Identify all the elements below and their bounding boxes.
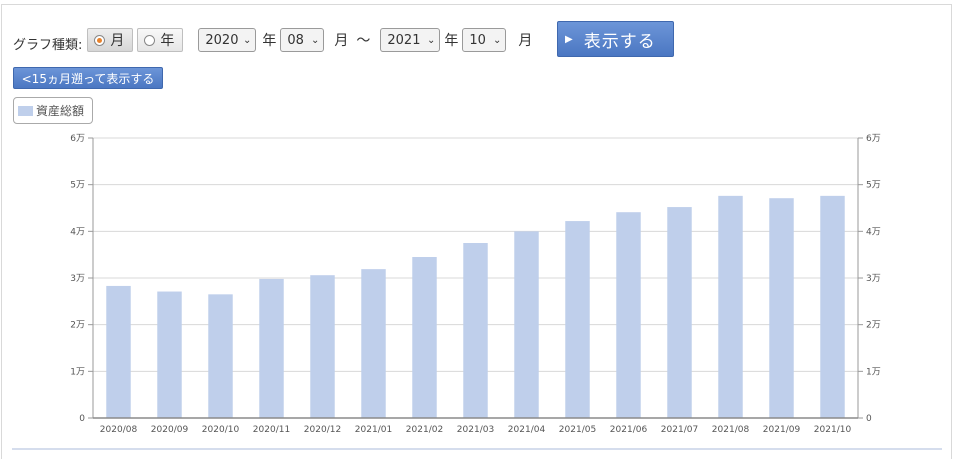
y-tick-label: 3万 [70, 274, 85, 284]
bar [157, 291, 182, 418]
y-tick-label: 0 [79, 414, 85, 424]
bar [769, 198, 794, 418]
bar [565, 221, 590, 418]
x-tick-label: 2021/07 [661, 425, 698, 435]
x-tick-label: 2021/02 [406, 425, 443, 435]
x-tick-label: 2021/04 [508, 425, 546, 435]
bar [412, 257, 437, 418]
bar-chart: 0 0 1万 1万 2万 2万 3万 3万 4万 4万 5万 5万 6万 6万 2020/08 2020/09… [70, 134, 881, 435]
x-tick-label: 2021/06 [610, 425, 648, 435]
x-tick-label: 2020/12 [304, 425, 341, 435]
x-tick-label: 2021/05 [559, 425, 596, 435]
x-tick-label: 2021/10 [814, 425, 852, 435]
bar [463, 243, 488, 418]
y-tick-label: 2万 [70, 321, 85, 331]
x-tick-label: 2020/08 [100, 425, 138, 435]
x-tick-label: 2020/10 [202, 425, 240, 435]
bar [820, 195, 845, 418]
y-tick-label-right: 3万 [866, 274, 881, 284]
x-tick-label: 2021/03 [457, 425, 494, 435]
y-tick-label: 6万 [70, 134, 85, 144]
bar [106, 285, 131, 418]
y-tick-label-right: 1万 [866, 367, 881, 377]
bar [208, 294, 233, 418]
bar [514, 231, 539, 418]
bar [667, 207, 692, 418]
bar [361, 269, 386, 418]
y-tick-label-right: 0 [866, 414, 872, 424]
x-tick-label: 2020/09 [151, 425, 189, 435]
y-tick-label-right: 2万 [866, 321, 881, 331]
y-tick-label: 4万 [70, 227, 85, 237]
x-tick-label: 2021/01 [355, 425, 392, 435]
bar [259, 278, 284, 418]
bar [616, 212, 641, 418]
bar [310, 275, 335, 418]
x-tick-label: 2021/09 [763, 425, 801, 435]
y-tick-label: 1万 [70, 367, 85, 377]
y-tick-label-right: 4万 [866, 227, 881, 237]
x-tick-label: 2020/11 [253, 425, 290, 435]
y-tick-label-right: 6万 [866, 134, 881, 144]
x-tick-label: 2021/08 [712, 425, 750, 435]
bar [718, 195, 743, 418]
bottom-divider [12, 448, 942, 450]
y-tick-label-right: 5万 [866, 181, 881, 191]
y-tick-label: 5万 [70, 181, 85, 191]
